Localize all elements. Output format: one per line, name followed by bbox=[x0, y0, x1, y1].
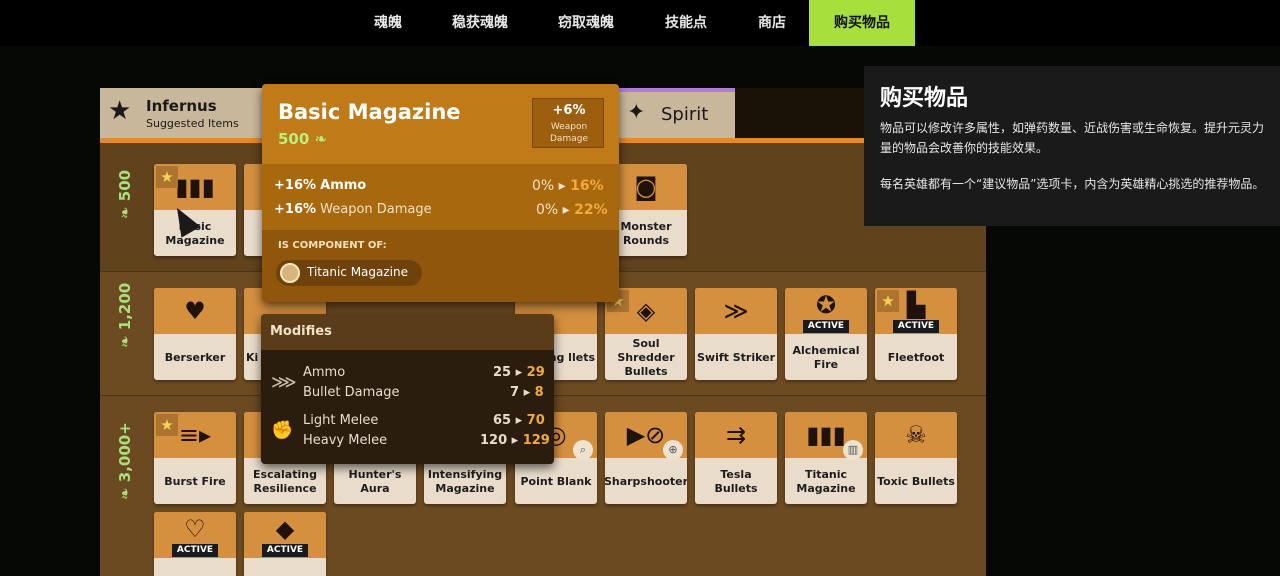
component-item[interactable]: Titanic Magazine bbox=[276, 260, 422, 286]
info-paragraph-2: 每名英雄都有一个“建议物品”选项卡，内含为英雄精心挑选的推荐物品。 bbox=[880, 177, 1265, 191]
modifier-heavy-melee-value: 120 ▸ 129 bbox=[480, 433, 550, 448]
star-icon: ★ bbox=[156, 414, 178, 436]
tab-souls[interactable]: 魂魄 bbox=[360, 0, 416, 46]
striker-icon: ≫ bbox=[723, 297, 749, 325]
item-basic-magazine[interactable]: ▮▮▮ ★ Basic Magazine bbox=[154, 164, 236, 256]
item-heart-active[interactable]: ♡ ACTIVE bbox=[154, 512, 236, 576]
tab-ability-points[interactable]: 技能点 bbox=[652, 0, 720, 46]
item-name: Sharpshooter bbox=[605, 475, 687, 488]
crystal-icon: ◆ bbox=[275, 515, 295, 543]
top-nav: 魂魄 稳获魂魄 窃取魂魄 技能点 商店 购买物品 bbox=[0, 0, 1280, 46]
info-panel: 购买物品 物品可以修改许多属性，如弹药数量、近战伤害或生命恢复。提升元灵力量的物… bbox=[864, 66, 1280, 226]
modifier-ammo-label: Ammo bbox=[303, 365, 346, 380]
tier-cost-label: ❧ 1,200 bbox=[116, 282, 134, 348]
active-badge: ACTIVE bbox=[803, 320, 849, 333]
modifier-bullet-damage-label: Bullet Damage bbox=[303, 385, 400, 400]
item-name: Escalating Resilience bbox=[253, 468, 317, 495]
modifier-ammo-value: 25 ▸ 29 bbox=[493, 365, 545, 380]
modifier-heavy-melee-label: Heavy Melee bbox=[303, 433, 388, 448]
tab-secure-souls[interactable]: 稳获魂魄 bbox=[440, 0, 520, 46]
star-icon: ★ bbox=[156, 166, 178, 188]
toxic-icon: ☠ bbox=[905, 421, 927, 449]
item-name: Alchemical Fire bbox=[792, 344, 860, 371]
tooltip-stat-weapon-damage-value: 0% ▸ 22% bbox=[536, 202, 608, 218]
item-soul-shredder-bullets[interactable]: ◈ ★ Soul Shredder Bullets bbox=[605, 288, 687, 380]
active-badge: ACTIVE bbox=[172, 544, 218, 557]
item-name: Swift Striker bbox=[697, 351, 776, 364]
tooltip-stat-weapon-damage: +16% Weapon Damage bbox=[274, 202, 432, 217]
tab-spirit[interactable]: ✦ Spirit bbox=[619, 92, 735, 138]
active-badge: ACTIVE bbox=[262, 544, 308, 557]
item-name: Fleetfoot bbox=[887, 351, 945, 364]
heart-icon: ♡ bbox=[184, 515, 206, 543]
item-tooltip: Basic Magazine 500 ❧ +6% Weapon Damage +… bbox=[262, 84, 619, 302]
info-title: 购买物品 bbox=[880, 86, 969, 111]
tesla-icon: ⇉ bbox=[725, 421, 747, 449]
tier-cost-label: ❧ 3,000+ bbox=[116, 422, 134, 500]
item-name: Titanic Magazine bbox=[796, 468, 856, 495]
crosshair-icon: ⊕ bbox=[663, 440, 683, 460]
item-swift-striker[interactable]: ≫ Swift Striker bbox=[695, 288, 777, 380]
berserker-icon: ♥ bbox=[184, 297, 206, 325]
item-burst-fire[interactable]: ≡▸ ★ Burst Fire bbox=[154, 412, 236, 504]
tier-cost-label: ❧ 500 bbox=[116, 169, 134, 219]
component-of-label: IS COMPONENT OF: bbox=[278, 240, 387, 251]
tooltip-title: Basic Magazine bbox=[278, 100, 461, 124]
item-name: Intensifying Magazine bbox=[427, 468, 503, 495]
tab-shop[interactable]: 商店 bbox=[744, 0, 800, 46]
modifier-bullet-damage-value: 7 ▸ 8 bbox=[510, 385, 544, 400]
item-alchemical-fire[interactable]: ✪ ACTIVE Alchemical Fire bbox=[785, 288, 867, 380]
modifies-panel: Modifies ⋙ Ammo 25 ▸ 29 Bullet Damage 7 … bbox=[261, 314, 554, 464]
tooltip-stat-ammo: +16% Ammo bbox=[274, 178, 367, 193]
soul-icon: ❧ bbox=[314, 130, 328, 148]
item-crystal-active[interactable]: ◆ ACTIVE bbox=[244, 512, 326, 576]
item-fleetfoot[interactable]: ▙ ★ ACTIVE Fleetfoot bbox=[875, 288, 957, 380]
info-paragraph-1: 物品可以修改许多属性，如弹药数量、近战伤害或生命恢复。提升元灵力量的物品会改善你… bbox=[880, 121, 1265, 155]
tooltip-stat-ammo-value: 0% ▸ 16% bbox=[532, 178, 604, 194]
suggested-label: Suggested Items bbox=[146, 117, 239, 130]
magazine-badge-icon: ▥ bbox=[843, 440, 863, 460]
tooltip-cost: 500 ❧ bbox=[278, 130, 328, 148]
tooltip-bonus-box: +6% Weapon Damage bbox=[532, 98, 604, 148]
star-icon: ★ bbox=[877, 290, 899, 312]
search-icon: ⌕ bbox=[573, 440, 593, 460]
star-icon: ★ bbox=[108, 96, 132, 126]
active-badge: ACTIVE bbox=[893, 320, 939, 333]
item-tesla-bullets[interactable]: ⇉ Tesla Bullets bbox=[695, 412, 777, 504]
item-titanic-magazine[interactable]: ▮▮▮ ▥ Titanic Magazine bbox=[785, 412, 867, 504]
item-name: Point Blank bbox=[520, 475, 592, 488]
tab-suggested-items[interactable]: ★ Infernus Suggested Items bbox=[100, 88, 262, 138]
item-name: Toxic Bullets bbox=[877, 475, 955, 488]
modifies-title: Modifies bbox=[270, 324, 332, 339]
item-name: Berserker bbox=[164, 351, 226, 364]
item-name: Hunter's Aura bbox=[348, 468, 402, 495]
fist-icon: ✊ bbox=[271, 420, 294, 441]
sparkle-icon: ✦ bbox=[627, 100, 646, 125]
bullets-icon: ⋙ bbox=[271, 372, 297, 393]
fire-icon: ✪ bbox=[815, 291, 837, 319]
item-name: Tesla Bullets bbox=[714, 468, 758, 495]
spirit-label: Spirit bbox=[661, 104, 709, 125]
item-sharpshooter[interactable]: ▶⊘ ⊕ Sharpshooter bbox=[605, 412, 687, 504]
item-name: Soul Shredder Bullets bbox=[617, 337, 675, 378]
tab-buy-items[interactable]: 购买物品 bbox=[809, 0, 915, 46]
item-berserker[interactable]: ♥ Berserker bbox=[154, 288, 236, 380]
modifier-light-melee-value: 65 ▸ 70 bbox=[493, 413, 545, 428]
tab-steal-souls[interactable]: 窃取魂魄 bbox=[546, 0, 626, 46]
item-name: Burst Fire bbox=[164, 475, 226, 488]
item-toxic-bullets[interactable]: ☠ Toxic Bullets bbox=[875, 412, 957, 504]
modifier-light-melee-label: Light Melee bbox=[303, 413, 379, 428]
titanic-magazine-icon bbox=[280, 263, 300, 283]
hero-name: Infernus bbox=[146, 97, 217, 115]
